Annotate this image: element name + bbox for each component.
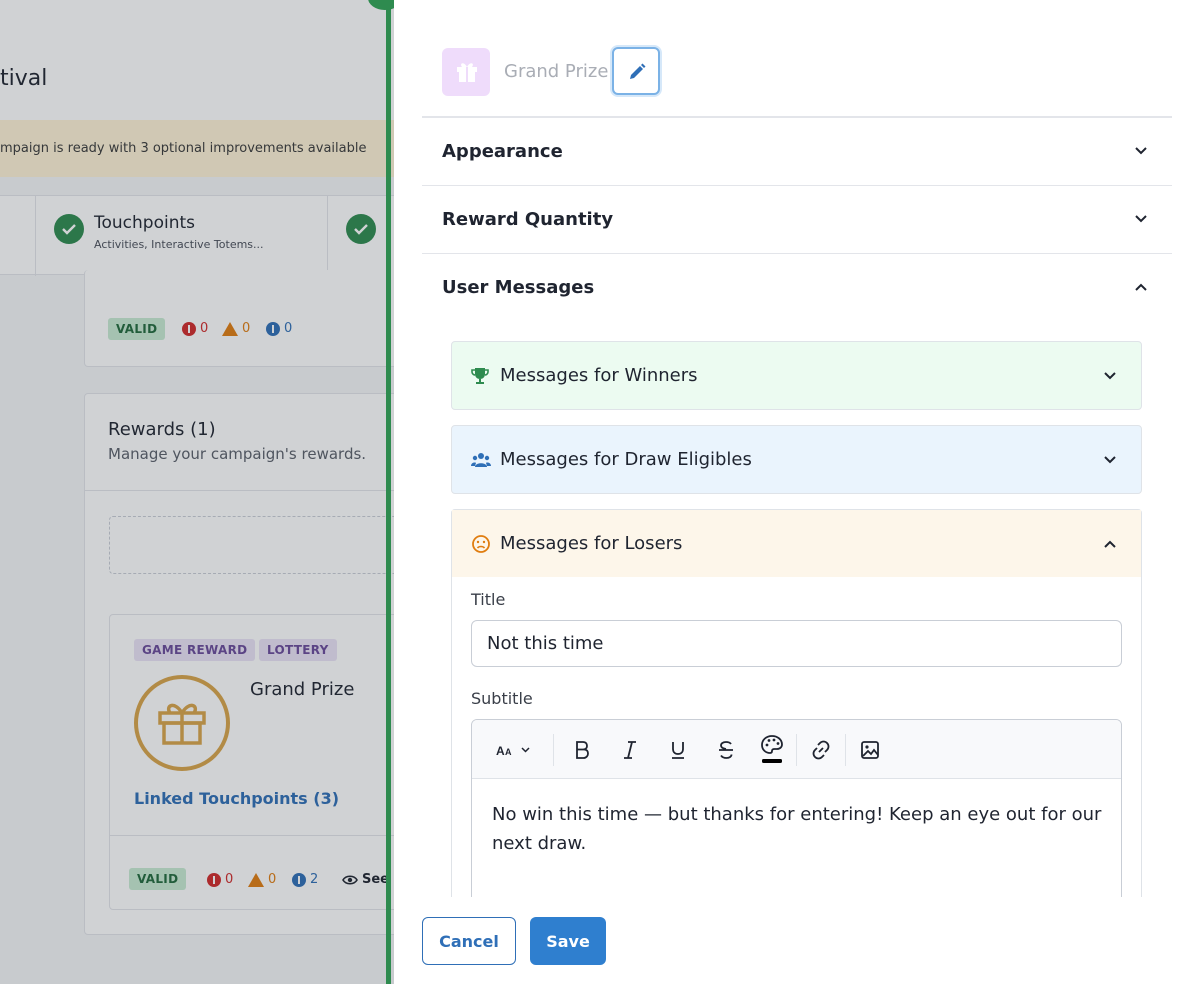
modal-backdrop[interactable] xyxy=(0,0,394,984)
chevron-up-icon xyxy=(1135,283,1147,291)
messages-losers-toggle[interactable]: Messages for Losers xyxy=(452,510,1141,577)
palette-icon[interactable] xyxy=(759,734,785,766)
messages-winners-label: Messages for Winners xyxy=(500,365,698,386)
svg-text:A: A xyxy=(496,744,505,758)
pencil-icon xyxy=(630,63,646,79)
font-size-icon[interactable]: A A xyxy=(494,738,534,762)
toolbar-separator xyxy=(796,734,797,766)
drawer-edge-line xyxy=(386,0,391,984)
title-label: Title xyxy=(471,590,506,609)
title-input[interactable] xyxy=(471,620,1122,667)
chevron-down-icon xyxy=(1104,456,1116,464)
chevron-down-icon xyxy=(1135,147,1147,155)
messages-winners-toggle[interactable]: Messages for Winners xyxy=(451,341,1142,410)
users-icon xyxy=(471,453,491,467)
trophy-icon xyxy=(471,368,489,384)
subtitle-editor-content[interactable]: No win this time — but thanks for enteri… xyxy=(492,800,1102,858)
subtitle-label: Subtitle xyxy=(471,689,533,708)
gift-icon xyxy=(457,63,477,82)
messages-losers-label: Messages for Losers xyxy=(500,533,683,554)
toolbar-separator xyxy=(845,734,846,766)
cancel-button[interactable]: Cancel xyxy=(422,917,516,965)
editor-toolbar: A A xyxy=(472,720,1121,779)
reward-edit-drawer: Grand Prize Appearance Reward Quantity U… xyxy=(394,0,1200,984)
chevron-up-icon xyxy=(1104,540,1116,548)
reward-name-heading: Grand Prize xyxy=(504,61,609,82)
chevron-down-icon xyxy=(1135,215,1147,223)
section-appearance-title: Appearance xyxy=(442,141,563,162)
link-icon[interactable] xyxy=(809,738,833,762)
italic-icon[interactable] xyxy=(618,738,642,762)
bold-icon[interactable] xyxy=(570,738,594,762)
chevron-down-icon xyxy=(1104,372,1116,380)
underline-icon[interactable] xyxy=(666,738,690,762)
save-button[interactable]: Save xyxy=(530,917,606,965)
subtitle-rich-editor: A A No win this time — but thanks for en… xyxy=(471,719,1122,919)
sad-face-icon xyxy=(472,535,490,553)
section-reward-quantity-title: Reward Quantity xyxy=(442,209,614,230)
messages-draw-eligibles-label: Messages for Draw Eligibles xyxy=(500,449,752,470)
toolbar-separator xyxy=(553,734,554,766)
reward-type-icon xyxy=(442,48,490,96)
strikethrough-icon[interactable] xyxy=(714,738,738,762)
image-icon[interactable] xyxy=(858,738,882,762)
section-reward-quantity[interactable]: Reward Quantity xyxy=(422,185,1172,253)
svg-text:A: A xyxy=(505,747,512,757)
drawer-footer: Cancel Save xyxy=(394,897,1200,984)
messages-draw-eligibles-toggle[interactable]: Messages for Draw Eligibles xyxy=(451,425,1142,494)
section-appearance[interactable]: Appearance xyxy=(422,116,1172,185)
section-user-messages[interactable]: User Messages xyxy=(422,253,1172,321)
edit-name-button[interactable] xyxy=(612,47,660,95)
section-user-messages-title: User Messages xyxy=(442,277,595,298)
